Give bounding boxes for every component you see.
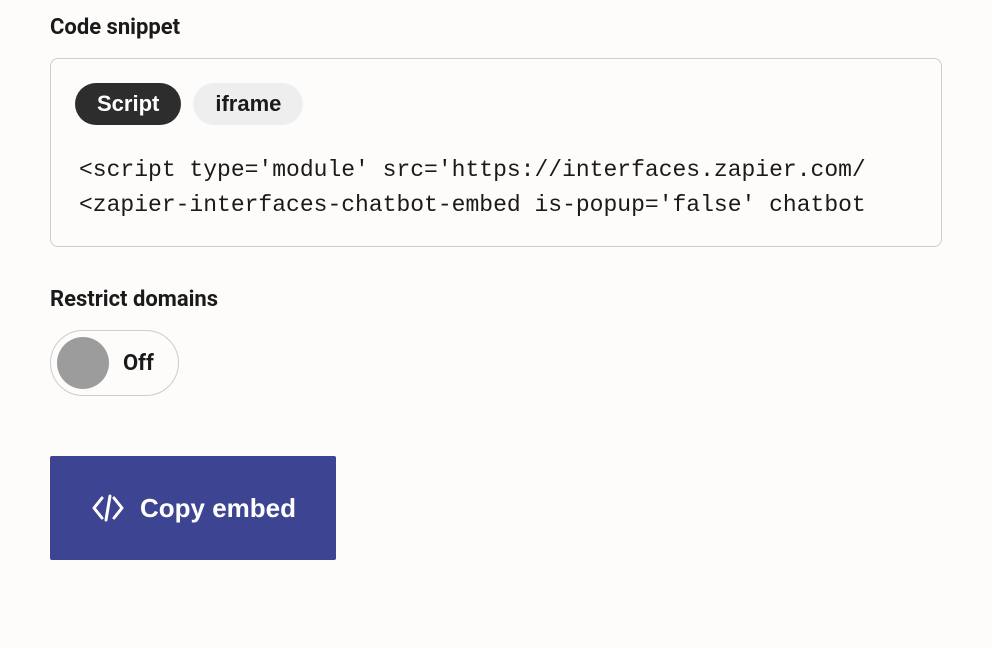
restrict-domains-toggle[interactable]: Off	[50, 330, 179, 396]
code-snippet-box: Script iframe <script type='module' src=…	[50, 58, 942, 247]
copy-embed-button-label: Copy embed	[140, 493, 296, 524]
tab-script[interactable]: Script	[75, 83, 181, 125]
toggle-knob-icon	[57, 337, 109, 389]
restrict-domains-label: Restrict domains	[50, 287, 942, 312]
code-line: <zapier-interfaces-chatbot-embed is-popu…	[79, 192, 866, 218]
copy-embed-button[interactable]: Copy embed	[50, 456, 336, 560]
code-content: <script type='module' src='https://inter…	[75, 153, 917, 222]
code-icon	[90, 492, 126, 524]
code-snippet-label: Code snippet	[50, 15, 942, 40]
tab-row: Script iframe	[75, 83, 917, 125]
code-line: <script type='module' src='https://inter…	[79, 157, 866, 183]
toggle-state-label: Off	[123, 351, 154, 376]
tab-iframe[interactable]: iframe	[193, 83, 303, 125]
